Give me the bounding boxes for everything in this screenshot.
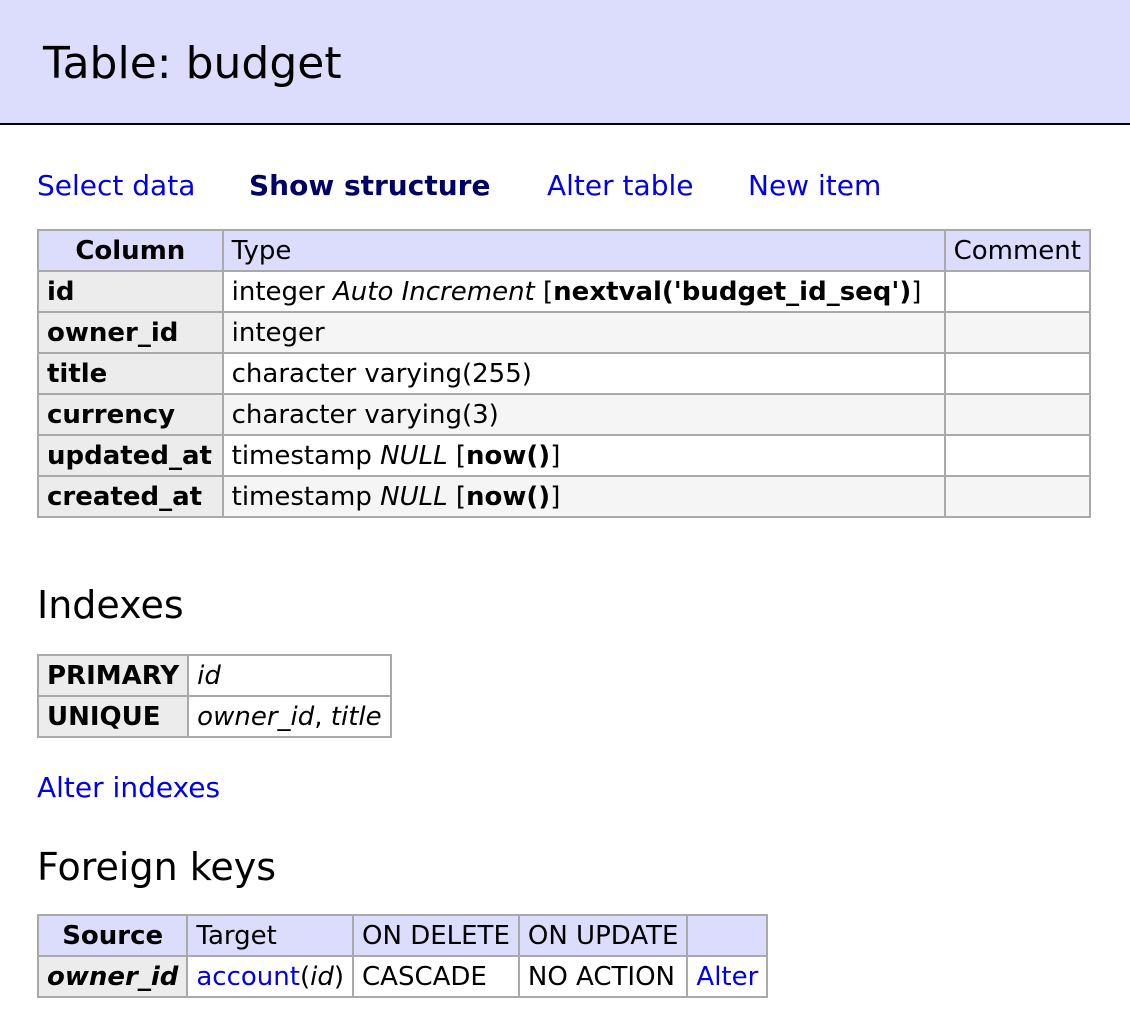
column-comment: [943, 475, 1092, 518]
on-delete-header: ON DELETE: [352, 914, 520, 957]
table-row: title character varying(255): [37, 352, 1092, 395]
default-value: now(): [466, 440, 551, 471]
table-row: created_at timestamp NULL [now()]: [37, 475, 1092, 518]
column-name: created_at: [37, 475, 224, 518]
table-row: updated_at timestamp NULL [now()]: [37, 434, 1092, 477]
page-title: Table: budget: [43, 38, 342, 89]
column-name: currency: [37, 393, 224, 436]
foreign-keys-table: Source Target ON DELETE ON UPDATE owner_…: [36, 914, 769, 998]
column-type: integer Auto Increment [nextval('budget_…: [221, 270, 946, 313]
page-header: Table: budget: [0, 0, 1130, 125]
column-name: title: [37, 352, 224, 395]
column-type: character varying(3): [221, 393, 946, 436]
select-data-link[interactable]: Select data: [37, 166, 195, 206]
indexes-heading: Indexes: [37, 583, 184, 627]
index-kind: PRIMARY: [36, 654, 190, 697]
fk-target-table-link[interactable]: account: [196, 962, 300, 992]
column-comment: [943, 270, 1092, 313]
column-comment: [943, 311, 1092, 354]
new-item-link[interactable]: New item: [748, 166, 881, 206]
fk-source: owner_id: [36, 955, 189, 998]
index-columns: id: [187, 654, 392, 697]
index-kind: UNIQUE: [36, 695, 190, 738]
type-base: character varying(3): [231, 399, 499, 430]
column-type: timestamp NULL [now()]: [221, 475, 946, 518]
type-base: timestamp: [231, 481, 372, 512]
table-row: owner_id account(id) CASCADE NO ACTION A…: [36, 955, 769, 998]
source-header: Source: [36, 914, 189, 957]
type-extra: NULL: [380, 481, 448, 512]
column-type: character varying(255): [221, 352, 946, 395]
foreign-keys-header-row: Source Target ON DELETE ON UPDATE: [36, 914, 769, 957]
fk-on-update: NO ACTION: [517, 955, 689, 998]
target-header: Target: [186, 914, 355, 957]
comment-header: Comment: [943, 229, 1092, 272]
fk-alter-link[interactable]: Alter: [696, 962, 758, 992]
alter-table-link[interactable]: Alter table: [547, 166, 693, 206]
default-value: nextval('budget_id_seq'): [553, 276, 912, 307]
on-update-header: ON UPDATE: [517, 914, 689, 957]
fk-target-column: id: [310, 961, 334, 992]
fk-on-delete: CASCADE: [352, 955, 520, 998]
table-row: PRIMARY id: [36, 654, 392, 697]
type-extra: Auto Increment: [332, 276, 535, 307]
index-column: owner_id: [197, 701, 315, 732]
column-type: timestamp NULL [now()]: [221, 434, 946, 477]
fk-target: account(id): [186, 955, 355, 998]
type-base: integer: [231, 317, 325, 348]
actions-header: [686, 914, 769, 957]
table-row: currency character varying(3): [37, 393, 1092, 436]
structure-header-row: Column Type Comment: [37, 229, 1092, 272]
fk-actions: Alter: [686, 955, 769, 998]
column-comment: [943, 393, 1092, 436]
foreign-keys-heading: Foreign keys: [37, 845, 277, 889]
show-structure-link[interactable]: Show structure: [249, 166, 490, 206]
type-base: character varying(255): [231, 358, 532, 389]
column-header: Column: [37, 229, 224, 272]
index-columns: owner_id, title: [187, 695, 392, 738]
table-row: id integer Auto Increment [nextval('budg…: [37, 270, 1092, 313]
index-column: id: [197, 660, 221, 691]
alter-indexes-link[interactable]: Alter indexes: [37, 768, 220, 808]
column-type: integer: [221, 311, 946, 354]
type-extra: NULL: [380, 440, 448, 471]
structure-table: Column Type Comment id integer Auto Incr…: [37, 229, 1092, 518]
column-comment: [943, 352, 1092, 395]
type-base: integer: [231, 276, 325, 307]
indexes-table: PRIMARY id UNIQUE owner_id, title: [36, 654, 392, 738]
column-name: updated_at: [37, 434, 224, 477]
column-name: id: [37, 270, 224, 313]
default-value: now(): [466, 481, 551, 512]
index-column: title: [330, 701, 382, 732]
column-name: owner_id: [37, 311, 224, 354]
column-comment: [943, 434, 1092, 477]
table-row: owner_id integer: [37, 311, 1092, 354]
type-header: Type: [221, 229, 946, 272]
type-base: timestamp: [231, 440, 372, 471]
table-row: UNIQUE owner_id, title: [36, 695, 392, 738]
